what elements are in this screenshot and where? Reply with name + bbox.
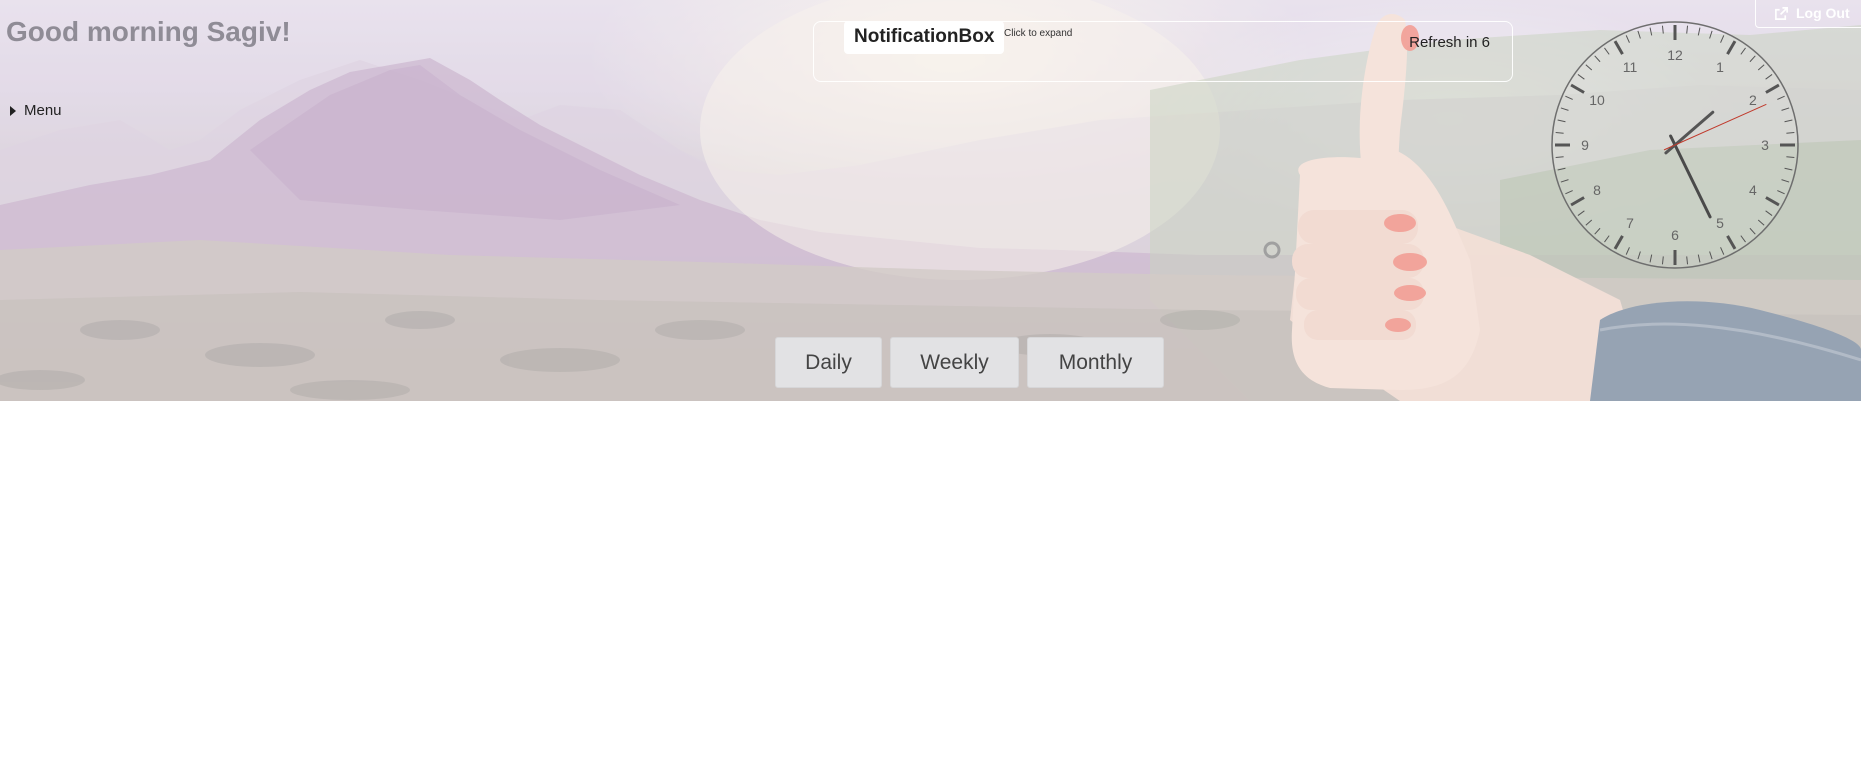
clock-numeral: 2 xyxy=(1749,92,1757,108)
clock-numeral: 8 xyxy=(1593,182,1601,198)
menu-toggle[interactable]: Menu xyxy=(10,102,62,119)
clock-numeral: 7 xyxy=(1626,215,1634,231)
refresh-countdown: Refresh in 6 xyxy=(1409,34,1490,51)
clock-numeral: 11 xyxy=(1623,59,1638,75)
clock-numeral: 9 xyxy=(1581,137,1589,153)
clock-numeral: 6 xyxy=(1671,227,1679,243)
external-link-icon xyxy=(1775,6,1788,20)
notification-box[interactable]: NotificationBox Click to expand Refresh … xyxy=(813,21,1513,82)
menu-label: Menu xyxy=(24,102,62,119)
analog-clock: 121234567891011 xyxy=(1551,21,1799,269)
notification-expand-hint[interactable]: Click to expand xyxy=(1004,28,1072,39)
clock-numeral: 1 xyxy=(1716,59,1724,75)
weekly-button[interactable]: Weekly xyxy=(890,337,1019,388)
hero-banner: Good morning Sagiv! Menu NotificationBox… xyxy=(0,0,1861,401)
clock-numeral: 10 xyxy=(1589,92,1605,108)
clock-numeral: 4 xyxy=(1749,182,1757,198)
notification-box-title[interactable]: NotificationBox xyxy=(844,21,1005,54)
clock-numeral: 12 xyxy=(1667,47,1683,63)
period-tabs: Daily Weekly Monthly xyxy=(775,337,1164,388)
clock-numeral: 5 xyxy=(1716,215,1724,231)
monthly-button[interactable]: Monthly xyxy=(1027,337,1164,388)
daily-button[interactable]: Daily xyxy=(775,337,882,388)
clock-numeral: 3 xyxy=(1761,137,1769,153)
caret-right-icon xyxy=(10,105,16,116)
greeting-heading: Good morning Sagiv! xyxy=(6,16,291,47)
logout-label: Log Out xyxy=(1796,5,1850,21)
